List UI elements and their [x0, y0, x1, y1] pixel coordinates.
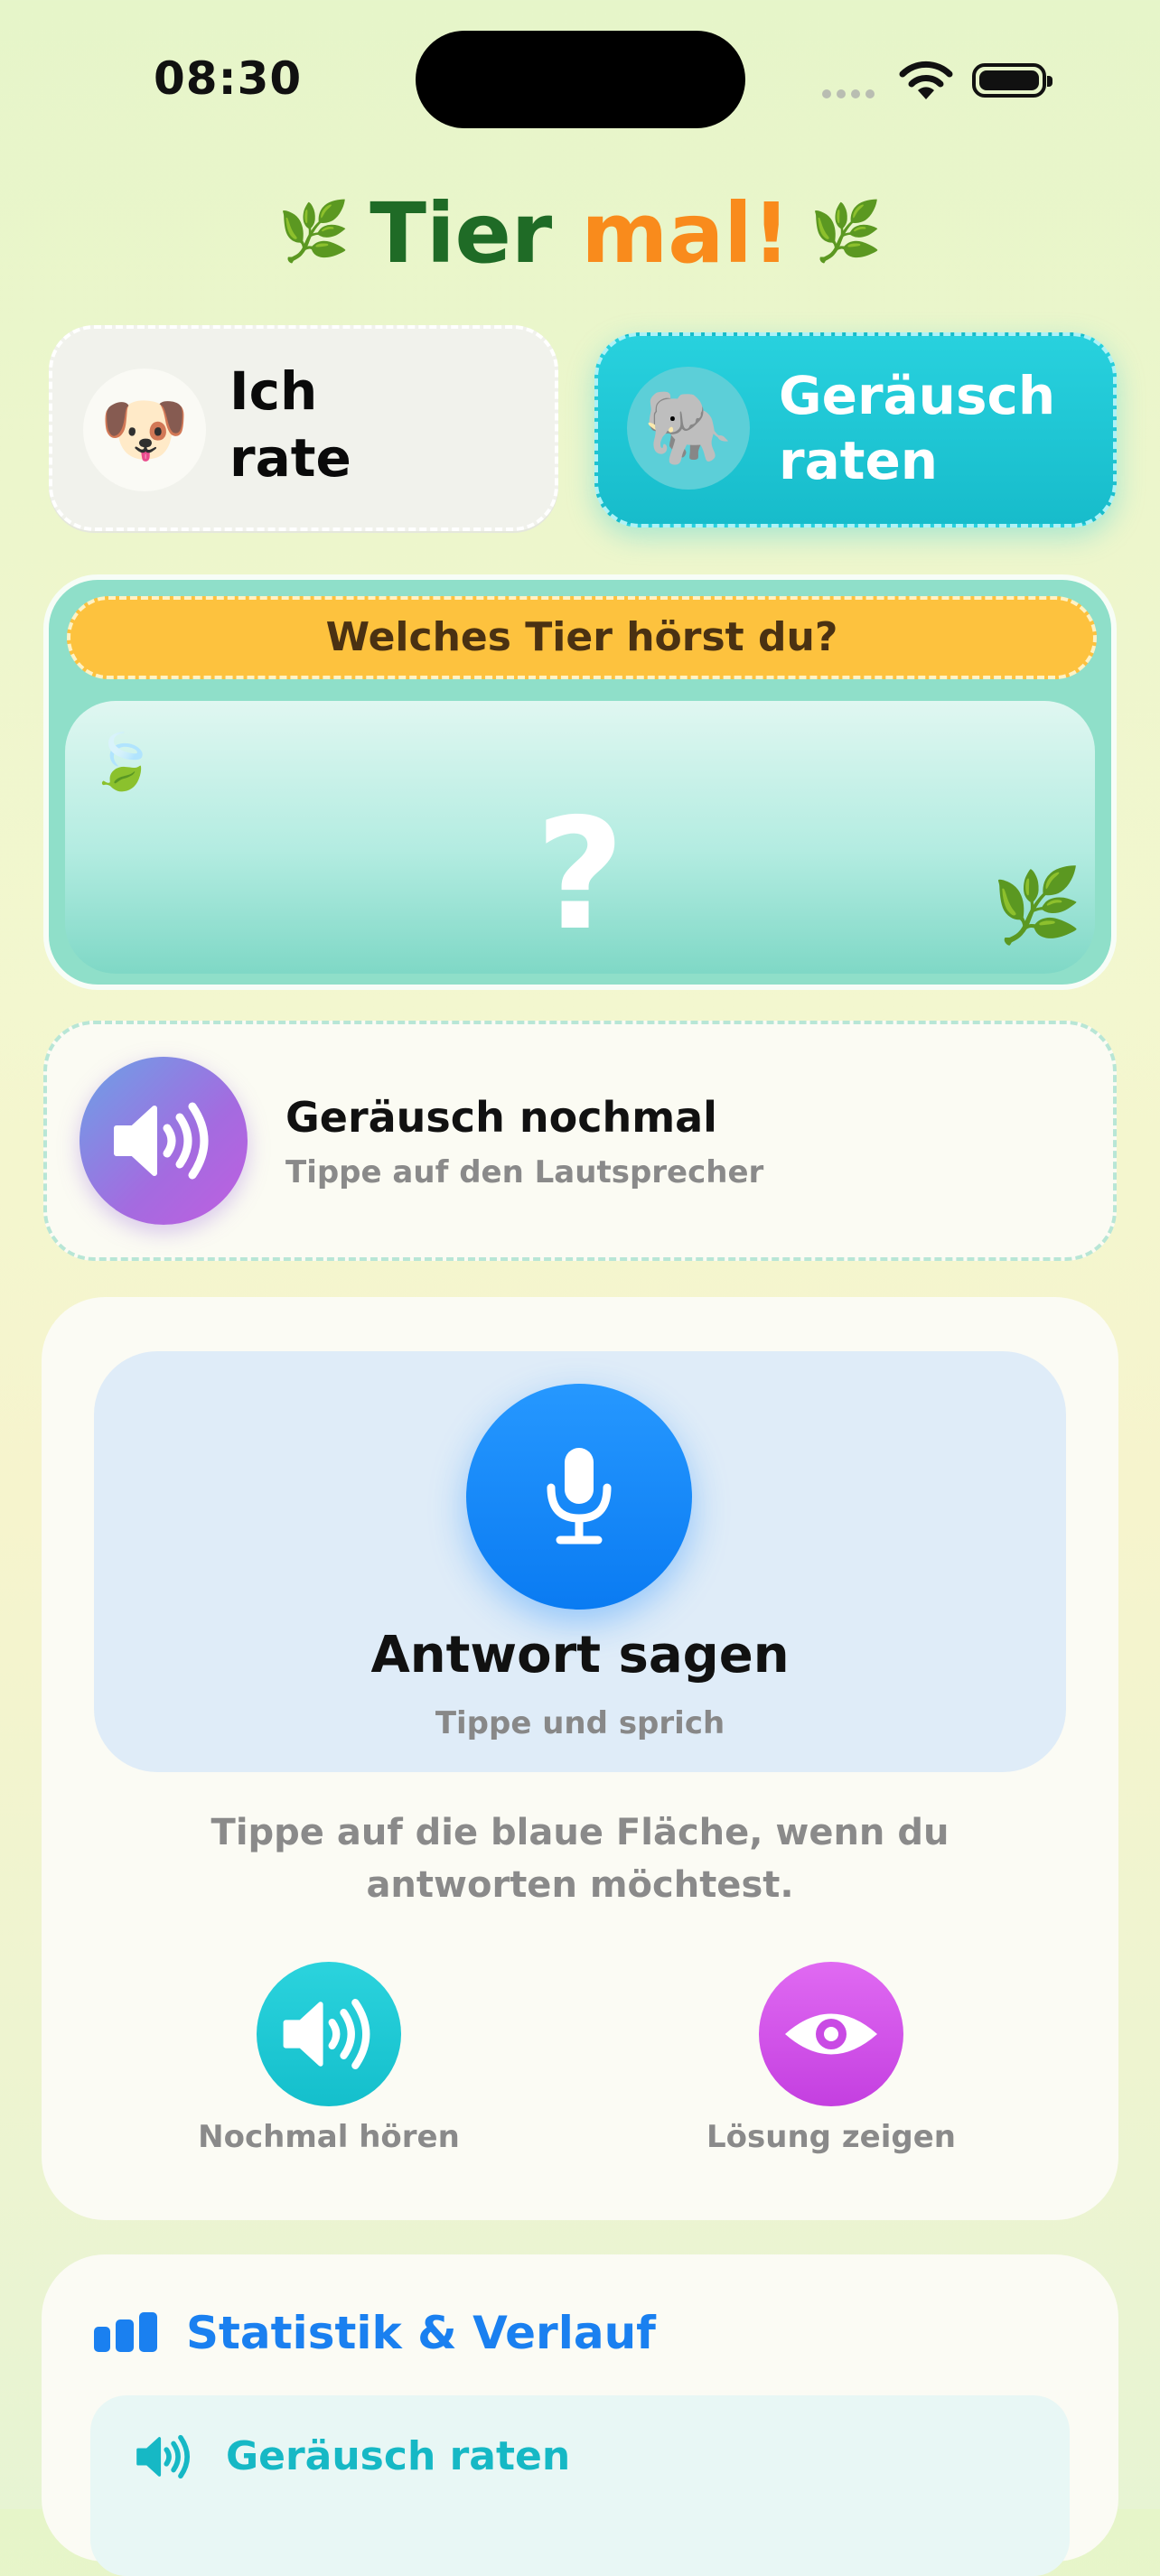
mode-label-line1: Geräusch [779, 365, 1056, 426]
stats-entry[interactable] [90, 2395, 1070, 2576]
mode-ich-rate-button[interactable]: 🐶 Ich rate [49, 325, 558, 531]
app-title: 🌿 Tier mal! 🌿 [0, 185, 1160, 282]
speaker-wave-icon [136, 2434, 190, 2479]
answer-subtitle: Tippe und sprich [435, 1705, 725, 1741]
wifi-icon [899, 61, 953, 99]
status-time: 08:30 [154, 52, 303, 105]
replay-subtitle: Tippe auf den Lautsprecher [285, 1154, 764, 1190]
leaf-icon: 🌿 [277, 199, 351, 266]
question-mark: ? [535, 786, 625, 965]
title-part-1: Tier [370, 185, 553, 282]
question-banner: Welches Tier hörst du? [67, 596, 1097, 679]
title-part-2: mal! [581, 185, 790, 282]
answer-hint: Tippe auf die blaue Fläche, wenn du antw… [210, 1812, 950, 1906]
cellular-signal-icon [822, 85, 880, 102]
stats-row-label: Geräusch raten [226, 2433, 571, 2479]
elephant-icon: 🐘 [627, 367, 750, 490]
listen-again-label: Nochmal hören [198, 2119, 460, 2155]
bar-chart-icon [94, 2312, 157, 2352]
battery-icon [972, 63, 1052, 98]
speaker-wave-icon [283, 1999, 370, 2069]
speaker-wave-icon [114, 1102, 209, 1180]
dog-icon: 🐶 [83, 369, 206, 491]
eye-icon [785, 2013, 877, 2055]
show-solution-button[interactable] [759, 1962, 903, 2106]
mode-label-line1: Ich [229, 360, 318, 422]
microphone-button[interactable] [466, 1384, 692, 1610]
replay-speaker-button[interactable] [80, 1057, 248, 1225]
leaf-icon: 🍃 [89, 731, 156, 794]
show-solution-label: Lösung zeigen [706, 2119, 956, 2155]
listen-again-button[interactable] [257, 1962, 401, 2106]
answer-title: Antwort sagen [370, 1626, 790, 1685]
microphone-icon [547, 1448, 612, 1545]
mode-label-line2: rate [229, 427, 351, 489]
dynamic-island [416, 31, 745, 128]
stats-title[interactable]: Statistik & Verlauf [186, 2307, 656, 2359]
replay-title: Geräusch nochmal [285, 1093, 717, 1142]
mode-geraeusch-raten-button[interactable]: 🐘 Geräusch raten [594, 332, 1117, 527]
leaf-icon: 🌿 [809, 199, 883, 266]
mode-label-line2: raten [779, 430, 939, 491]
